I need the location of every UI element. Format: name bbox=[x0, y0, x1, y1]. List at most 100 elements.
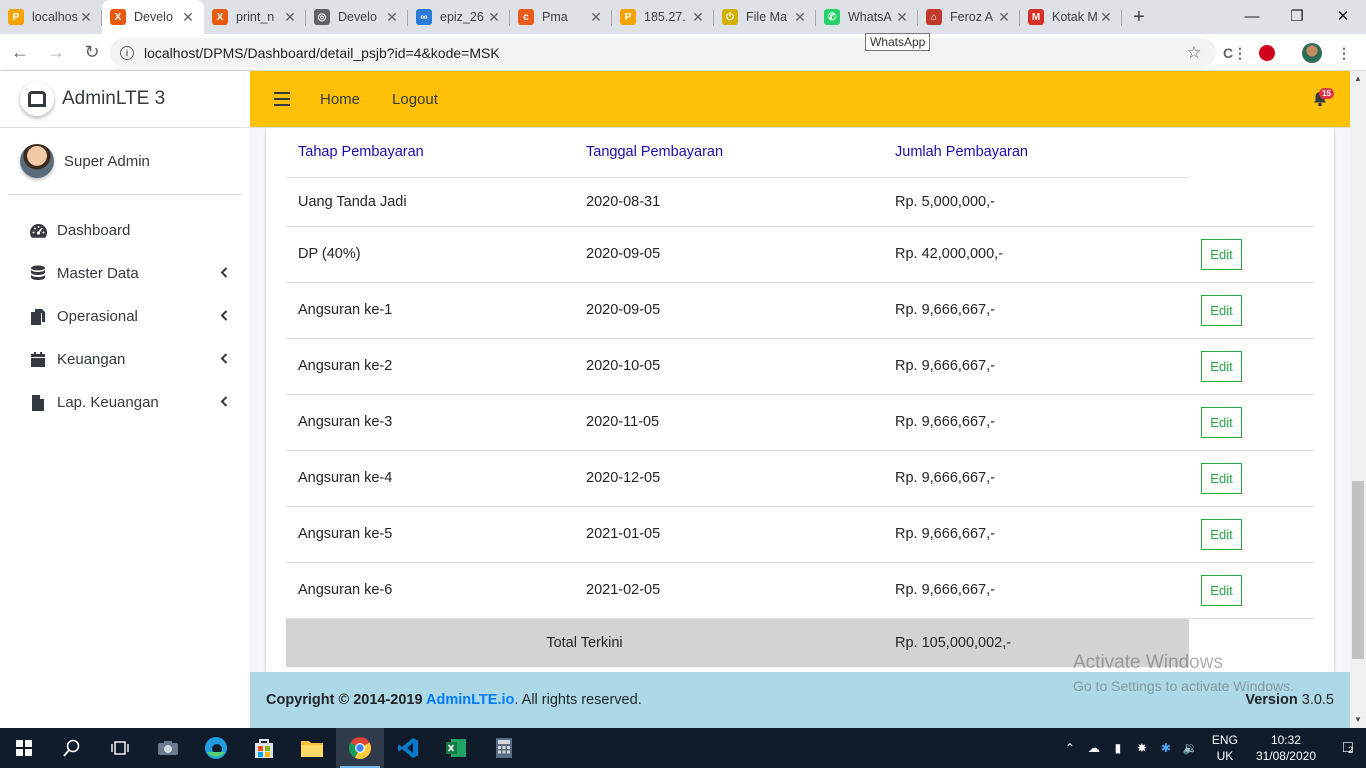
tab-list: Plocalhost ✕ X Develo ✕ Xprint_n ✕ ◎ Develo ✕ ∞ epi… bbox=[0, 0, 1122, 34]
activate-windows-watermark: Activate Windows Go to Settings to activ… bbox=[1073, 652, 1294, 694]
sidebar-item-dashboard[interactable]: Dashboard bbox=[0, 209, 250, 252]
sidebar-item-operasional[interactable]: Operasional bbox=[0, 295, 250, 338]
page-scrollbar[interactable]: ▲ ▼ bbox=[1350, 71, 1366, 728]
windows-start-icon[interactable] bbox=[0, 728, 48, 768]
profile-avatar[interactable] bbox=[1301, 42, 1323, 64]
scrollbar-thumb[interactable] bbox=[1352, 481, 1364, 659]
info-icon[interactable]: i bbox=[120, 45, 134, 60]
browser-tab[interactable]: c Pma ✕ bbox=[510, 0, 612, 34]
edge-browser-icon[interactable] bbox=[192, 728, 240, 768]
table-body: Uang Tanda Jadi 2020-08-31 Rp. 5,000,000,-… bbox=[286, 177, 1314, 618]
tab-close-icon[interactable]: ✕ bbox=[690, 9, 706, 26]
close-window-button[interactable]: ✕ bbox=[1320, 0, 1366, 32]
cell-date: 2020-12-05 bbox=[574, 449, 883, 506]
browser-tab[interactable]: ✆ WhatsA ✕ bbox=[816, 0, 918, 34]
file-explorer-icon[interactable] bbox=[288, 728, 336, 768]
cell-stage: Angsuran ke-4 bbox=[286, 449, 574, 506]
tab-tooltip: WhatsApp bbox=[865, 33, 931, 51]
browser-tab[interactable]: ∞ epiz_26 ✕ bbox=[408, 0, 510, 34]
task-view-icon[interactable] bbox=[96, 728, 144, 768]
tab-close-icon[interactable]: ✕ bbox=[180, 9, 196, 26]
menu-toggle-icon[interactable] bbox=[274, 92, 290, 106]
nav-home-link[interactable]: Home bbox=[320, 91, 360, 108]
tab-favicon-icon: ∞ bbox=[416, 9, 432, 25]
tab-close-icon[interactable]: ✕ bbox=[588, 9, 604, 26]
clock[interactable]: 10:32 31/08/2020 bbox=[1256, 732, 1316, 764]
tab-label: Develo bbox=[134, 10, 173, 24]
camera-icon[interactable] bbox=[144, 728, 192, 768]
adblock-icon[interactable] bbox=[1256, 42, 1278, 64]
tab-label: 185.27. bbox=[644, 10, 686, 24]
notification-center-icon[interactable]: □ 2 bbox=[1330, 739, 1366, 757]
new-tab-button[interactable]: + bbox=[1122, 0, 1156, 34]
cell-date: 2020-09-05 bbox=[574, 225, 883, 282]
reload-button[interactable]: ↻ bbox=[76, 36, 108, 68]
minimize-button[interactable]: — bbox=[1229, 0, 1275, 32]
tab-close-icon[interactable]: ✕ bbox=[894, 9, 910, 26]
forward-button[interactable]: → bbox=[40, 36, 72, 68]
browser-tab[interactable]: P 185.27. ✕ bbox=[612, 0, 714, 34]
browser-tab[interactable]: ⏻ File Ma ✕ bbox=[714, 0, 816, 34]
extension-icon[interactable]: C⋮ bbox=[1223, 42, 1247, 64]
adminlte-link[interactable]: AdminLTE.io bbox=[426, 692, 514, 708]
bookmark-star-icon[interactable]: ☆ bbox=[1183, 42, 1205, 64]
chevron-up-icon[interactable]: ⌃ bbox=[1058, 741, 1082, 755]
browser-tab-strip: Plocalhost ✕ X Develo ✕ Xprint_n ✕ ◎ Develo ✕ ∞ epi… bbox=[0, 0, 1366, 34]
sidebar-item-lap-keuangan[interactable]: Lap. Keuangan bbox=[0, 381, 250, 424]
header-jumlah: Jumlah Pembayaran bbox=[883, 128, 1189, 178]
store-icon[interactable] bbox=[240, 728, 288, 768]
browser-tab[interactable]: ◎ Develo ✕ bbox=[306, 0, 408, 34]
browser-tab[interactable]: M Kotak M ✕ bbox=[1020, 0, 1122, 34]
brand-link[interactable]: AdminLTE 3 bbox=[0, 71, 250, 128]
volume-icon[interactable]: 🔉 bbox=[1178, 741, 1202, 755]
edit-button[interactable]: Edit bbox=[1201, 350, 1242, 382]
cell-date: 2020-09-05 bbox=[574, 281, 883, 338]
tab-close-icon[interactable]: ✕ bbox=[486, 9, 502, 26]
browser-toolbar: ← → ↻ i localhost/DPMS/Dashboard/detail_… bbox=[0, 34, 1366, 71]
language-indicator[interactable]: ENG UK bbox=[1212, 732, 1238, 764]
table-row: Angsuran ke-4 2020-12-05 Rp. 9,666,667,- Ed… bbox=[286, 449, 1314, 506]
cell-date: 2020-10-05 bbox=[574, 337, 883, 394]
sidebar-item-master-data[interactable]: Master Data bbox=[0, 252, 250, 295]
back-button[interactable]: ← bbox=[4, 36, 36, 68]
tab-close-icon[interactable]: ✕ bbox=[78, 9, 94, 26]
tab-favicon-icon: ⏻ bbox=[722, 9, 738, 25]
vscode-icon[interactable] bbox=[384, 728, 432, 768]
tab-close-icon[interactable]: ✕ bbox=[384, 9, 400, 26]
cell-action: Edit bbox=[1189, 337, 1314, 394]
tab-close-icon[interactable]: ✕ bbox=[282, 9, 298, 26]
tab-favicon-icon: X bbox=[110, 9, 126, 25]
tab-close-icon[interactable]: ✕ bbox=[996, 9, 1012, 26]
edit-button[interactable]: Edit bbox=[1201, 406, 1242, 438]
chrome-icon[interactable] bbox=[336, 728, 384, 768]
user-panel[interactable]: Super Admin bbox=[8, 128, 242, 195]
header-tanggal: Tanggal Pembayaran bbox=[574, 128, 883, 178]
battery-icon[interactable]: ▮ bbox=[1106, 741, 1130, 755]
excel-icon[interactable] bbox=[432, 728, 480, 768]
browser-tab[interactable]: ⌂ Feroz A ✕ bbox=[918, 0, 1020, 34]
edit-button[interactable]: Edit bbox=[1201, 574, 1242, 606]
edit-button[interactable]: Edit bbox=[1201, 294, 1242, 326]
browser-menu-icon[interactable]: ⋮ bbox=[1333, 42, 1355, 64]
sidebar: AdminLTE 3 Super Admin Dashboard Master D… bbox=[0, 71, 250, 728]
cloud-icon[interactable]: ☁ bbox=[1082, 741, 1106, 755]
nav-logout-link[interactable]: Logout bbox=[392, 91, 438, 108]
edit-button[interactable]: Edit bbox=[1201, 462, 1242, 494]
address-bar[interactable]: i localhost/DPMS/Dashboard/detail_psjb?i… bbox=[110, 38, 1216, 67]
bluetooth-icon[interactable]: ✱ bbox=[1154, 741, 1178, 755]
tab-close-icon[interactable]: ✕ bbox=[792, 9, 808, 26]
wifi-icon[interactable]: ✸ bbox=[1130, 741, 1154, 755]
browser-tab[interactable]: X Develo ✕ bbox=[102, 0, 204, 34]
payment-table: Tahap Pembayaran Tanggal Pembayaran Juml… bbox=[286, 128, 1314, 667]
edit-button[interactable]: Edit bbox=[1201, 518, 1242, 550]
browser-tab[interactable]: Plocalhost ✕ bbox=[0, 0, 102, 34]
search-icon[interactable] bbox=[48, 728, 96, 768]
tab-close-icon[interactable]: ✕ bbox=[1098, 9, 1114, 26]
browser-tab[interactable]: Xprint_n ✕ bbox=[204, 0, 306, 34]
sidebar-menu: Dashboard Master Data Operasional Keuangan L… bbox=[0, 209, 250, 424]
calculator-icon[interactable] bbox=[480, 728, 528, 768]
cell-action: Edit bbox=[1189, 561, 1314, 618]
maximize-button[interactable]: ❐ bbox=[1274, 0, 1320, 32]
sidebar-item-keuangan[interactable]: Keuangan bbox=[0, 338, 250, 381]
edit-button[interactable]: Edit bbox=[1201, 238, 1242, 270]
